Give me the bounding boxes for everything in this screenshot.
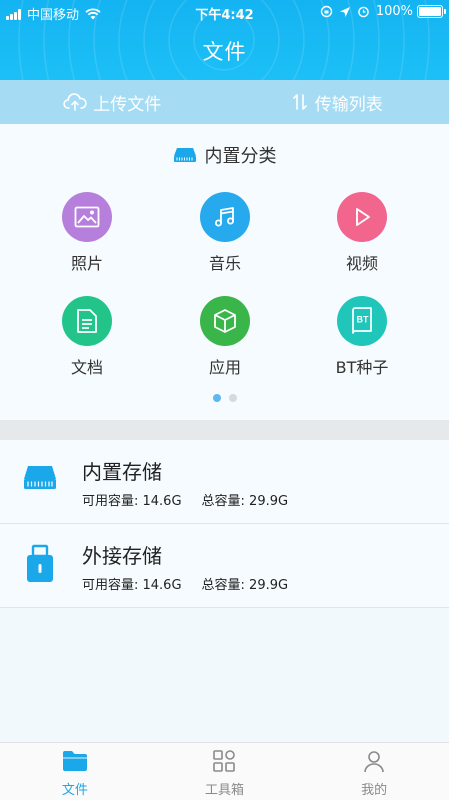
upload-file-label: 上传文件 xyxy=(93,94,162,115)
page-title: 文件 xyxy=(202,40,247,64)
cloud-upload-icon xyxy=(63,93,87,111)
profile-icon xyxy=(364,751,384,773)
storage-drive-icon xyxy=(173,148,196,162)
rotation-lock-icon xyxy=(320,5,333,18)
storage-total: 总容量: 29.9G xyxy=(201,494,289,509)
storage-available: 可用容量: 14.6G xyxy=(82,494,182,509)
document-icon xyxy=(62,296,112,346)
builtin-categories-title: 内置分类 xyxy=(204,146,277,167)
category-label: 视频 xyxy=(345,254,378,273)
builtin-categories-heading: 内置分类 xyxy=(0,142,449,168)
builtin-categories-panel: 内置分类 照片 音乐 视频 文档 应用 BT BT种子 xyxy=(0,124,449,420)
external-storage-icon xyxy=(24,544,56,588)
battery-icon xyxy=(417,5,446,18)
bt-torrent-icon: BT xyxy=(337,296,387,346)
screen: 中国移动 下午4:42 100% 文件 上传文件 传输列表 内置分类 照片 音乐… xyxy=(0,0,449,800)
location-arrow-icon xyxy=(339,6,350,17)
storage-total: 总容量: 29.9G xyxy=(201,578,289,593)
section-divider xyxy=(0,420,449,440)
app-box-icon xyxy=(200,296,250,346)
category-pager xyxy=(0,394,449,402)
music-icon xyxy=(200,192,250,242)
app-header: 中国移动 下午4:42 100% 文件 xyxy=(0,0,449,80)
status-bar: 中国移动 下午4:42 100% xyxy=(0,0,449,24)
storage-name: 内置存储 xyxy=(82,460,162,484)
action-bar: 上传文件 传输列表 xyxy=(0,80,449,124)
transfer-list-label: 传输列表 xyxy=(314,94,383,115)
tab-profile[interactable]: 我的 xyxy=(299,743,449,800)
transfer-arrows-icon xyxy=(292,94,307,110)
storage-item-internal[interactable]: 内置存储 可用容量: 14.6G 总容量: 29.9G xyxy=(0,440,449,524)
storage-item-external[interactable]: 外接存储 可用容量: 14.6G 总容量: 29.9G xyxy=(0,524,449,608)
bottom-tab-bar: 文件 工具箱 我的 xyxy=(0,742,449,800)
storage-capacity: 可用容量: 14.6G 总容量: 29.9G xyxy=(82,574,288,593)
tab-files[interactable]: 文件 xyxy=(0,743,150,800)
tab-label: 工具箱 xyxy=(204,783,244,798)
category-bt-torrents[interactable]: BT BT种子 xyxy=(312,296,412,378)
tab-label: 我的 xyxy=(361,783,388,798)
storage-capacity: 可用容量: 14.6G 总容量: 29.9G xyxy=(82,490,288,509)
category-label: 应用 xyxy=(208,358,241,377)
storage-available: 可用容量: 14.6G xyxy=(82,578,182,593)
category-music[interactable]: 音乐 xyxy=(175,192,275,274)
category-label: BT种子 xyxy=(335,358,389,377)
category-photos[interactable]: 照片 xyxy=(37,192,137,274)
internal-storage-icon xyxy=(22,462,58,496)
video-icon xyxy=(337,192,387,242)
toolbox-icon xyxy=(213,750,236,772)
category-label: 文档 xyxy=(70,358,103,377)
category-label: 照片 xyxy=(70,254,103,273)
pager-dot[interactable] xyxy=(228,394,237,402)
folder-icon xyxy=(62,751,87,771)
category-documents[interactable]: 文档 xyxy=(37,296,137,378)
storage-list: 内置存储 可用容量: 14.6G 总容量: 29.9G 外接存储 可用容量: 14… xyxy=(0,440,449,608)
pager-dot-active[interactable] xyxy=(212,394,221,402)
tab-toolbox[interactable]: 工具箱 xyxy=(150,743,300,800)
alarm-clock-icon xyxy=(358,6,369,18)
photo-icon xyxy=(62,192,112,242)
storage-name: 外接存储 xyxy=(82,544,162,568)
upload-file-button[interactable]: 上传文件 xyxy=(0,80,225,124)
svg-text:BT: BT xyxy=(357,315,369,325)
category-videos[interactable]: 视频 xyxy=(312,192,412,274)
battery-percent: 100% xyxy=(375,4,413,19)
tab-label: 文件 xyxy=(61,783,88,798)
category-label: 音乐 xyxy=(208,254,241,273)
transfer-list-button[interactable]: 传输列表 xyxy=(225,80,449,124)
category-apps[interactable]: 应用 xyxy=(175,296,275,378)
